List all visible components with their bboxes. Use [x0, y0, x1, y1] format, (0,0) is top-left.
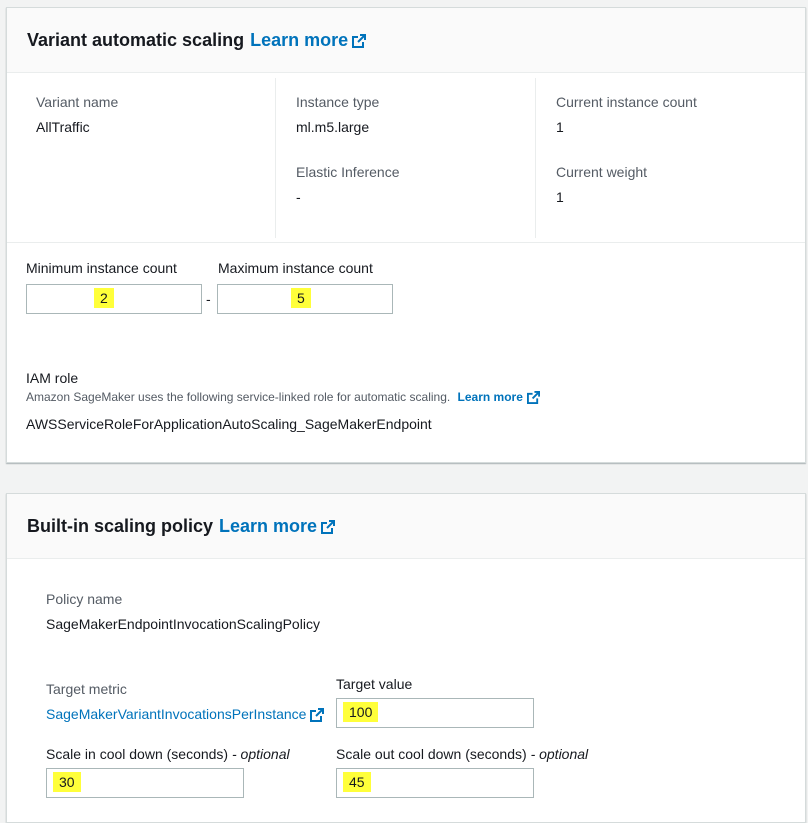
iam-role-description: Amazon SageMaker uses the following serv…	[26, 390, 540, 405]
scale-out-cooldown-input[interactable]: 45	[336, 768, 534, 798]
scale-out-cooldown-label: Scale out cool down (seconds) - optional	[336, 746, 588, 762]
column-divider	[275, 78, 276, 238]
target-metric-value: SageMakerVariantInvocationsPerInstance	[46, 706, 307, 722]
target-value-value: 100	[343, 702, 379, 722]
learn-more-label: Learn more	[250, 29, 349, 50]
scaling-policy-panel: Built-in scaling policy Learn more Polic…	[6, 493, 806, 823]
scaling-policy-header: Built-in scaling policy Learn more	[7, 494, 805, 559]
max-instance-count-input[interactable]: 5	[217, 284, 393, 314]
current-weight-label: Current weight	[556, 164, 648, 180]
external-link-icon	[526, 391, 540, 405]
column-divider	[535, 78, 536, 238]
min-instance-count-label: Minimum instance count	[26, 260, 177, 276]
learn-more-label: Learn more	[457, 390, 523, 404]
optional-tag: - optional	[530, 746, 589, 762]
external-link-icon	[310, 708, 325, 723]
min-instance-count-value: 2	[94, 288, 114, 308]
target-metric-label: Target metric	[46, 681, 127, 697]
external-link-icon	[352, 33, 367, 48]
variant-scaling-learn-more-link[interactable]: Learn more	[250, 29, 367, 51]
variant-name-label: Variant name	[36, 94, 119, 110]
elastic-inference-value: -	[296, 189, 301, 205]
max-instance-count-label: Maximum instance count	[218, 260, 373, 276]
current-instance-count-value: 1	[556, 119, 564, 135]
min-instance-count-input[interactable]: 2	[26, 284, 202, 314]
variant-scaling-title: Variant automatic scaling	[27, 29, 245, 50]
elastic-inference-label: Elastic Inference	[296, 164, 400, 180]
external-link-icon	[321, 519, 336, 534]
target-value-input[interactable]: 100	[336, 698, 534, 728]
instance-type-value: ml.m5.large	[296, 119, 370, 135]
learn-more-label: Learn more	[219, 515, 318, 536]
policy-name-label: Policy name	[46, 591, 123, 607]
current-weight-value: 1	[556, 189, 564, 205]
optional-tag: - optional	[232, 746, 290, 762]
variant-scaling-header: Variant automatic scaling Learn more	[7, 8, 805, 73]
section-divider	[7, 242, 805, 243]
iam-role-label: IAM role	[26, 370, 79, 386]
max-instance-count-value: 5	[291, 288, 311, 308]
iam-role-value: AWSServiceRoleForApplicationAutoScaling_…	[26, 416, 432, 432]
scaling-policy-title: Built-in scaling policy	[27, 515, 214, 536]
scaling-policy-learn-more-link[interactable]: Learn more	[219, 515, 336, 537]
scale-in-cooldown-label: Scale in cool down (seconds) - optional	[46, 746, 290, 762]
range-separator: -	[206, 291, 211, 307]
variant-name-value: AllTraffic	[36, 119, 90, 135]
scale-out-label-text: Scale out cool down (seconds)	[336, 746, 527, 762]
policy-name-value: SageMakerEndpointInvocationScalingPolicy	[46, 616, 320, 632]
current-instance-count-label: Current instance count	[556, 94, 697, 110]
target-value-label: Target value	[336, 676, 413, 692]
scale-in-cooldown-input[interactable]: 30	[46, 768, 244, 798]
instance-type-label: Instance type	[296, 94, 380, 110]
target-metric-link[interactable]: SageMakerVariantInvocationsPerInstance	[46, 706, 325, 723]
scale-in-label-text: Scale in cool down (seconds)	[46, 746, 229, 762]
iam-learn-more-link[interactable]: Learn more	[457, 390, 540, 405]
scale-out-cooldown-value: 45	[343, 772, 371, 792]
iam-role-description-text: Amazon SageMaker uses the following serv…	[26, 390, 451, 404]
scale-in-cooldown-value: 30	[53, 772, 81, 792]
variant-scaling-panel: Variant automatic scaling Learn more Var…	[6, 7, 806, 463]
